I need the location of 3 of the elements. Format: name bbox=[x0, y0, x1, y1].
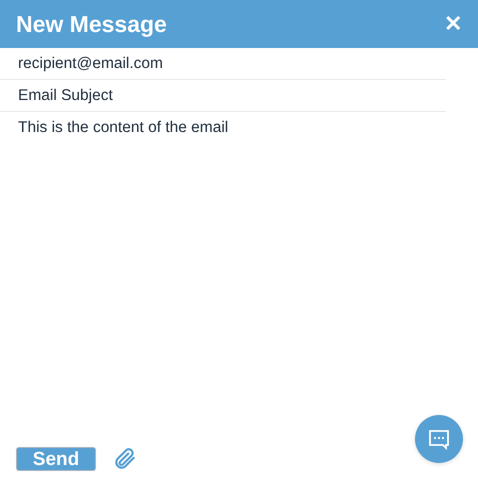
chat-icon bbox=[427, 427, 451, 451]
window-title: New Message bbox=[16, 10, 167, 39]
chat-button[interactable] bbox=[415, 415, 463, 463]
